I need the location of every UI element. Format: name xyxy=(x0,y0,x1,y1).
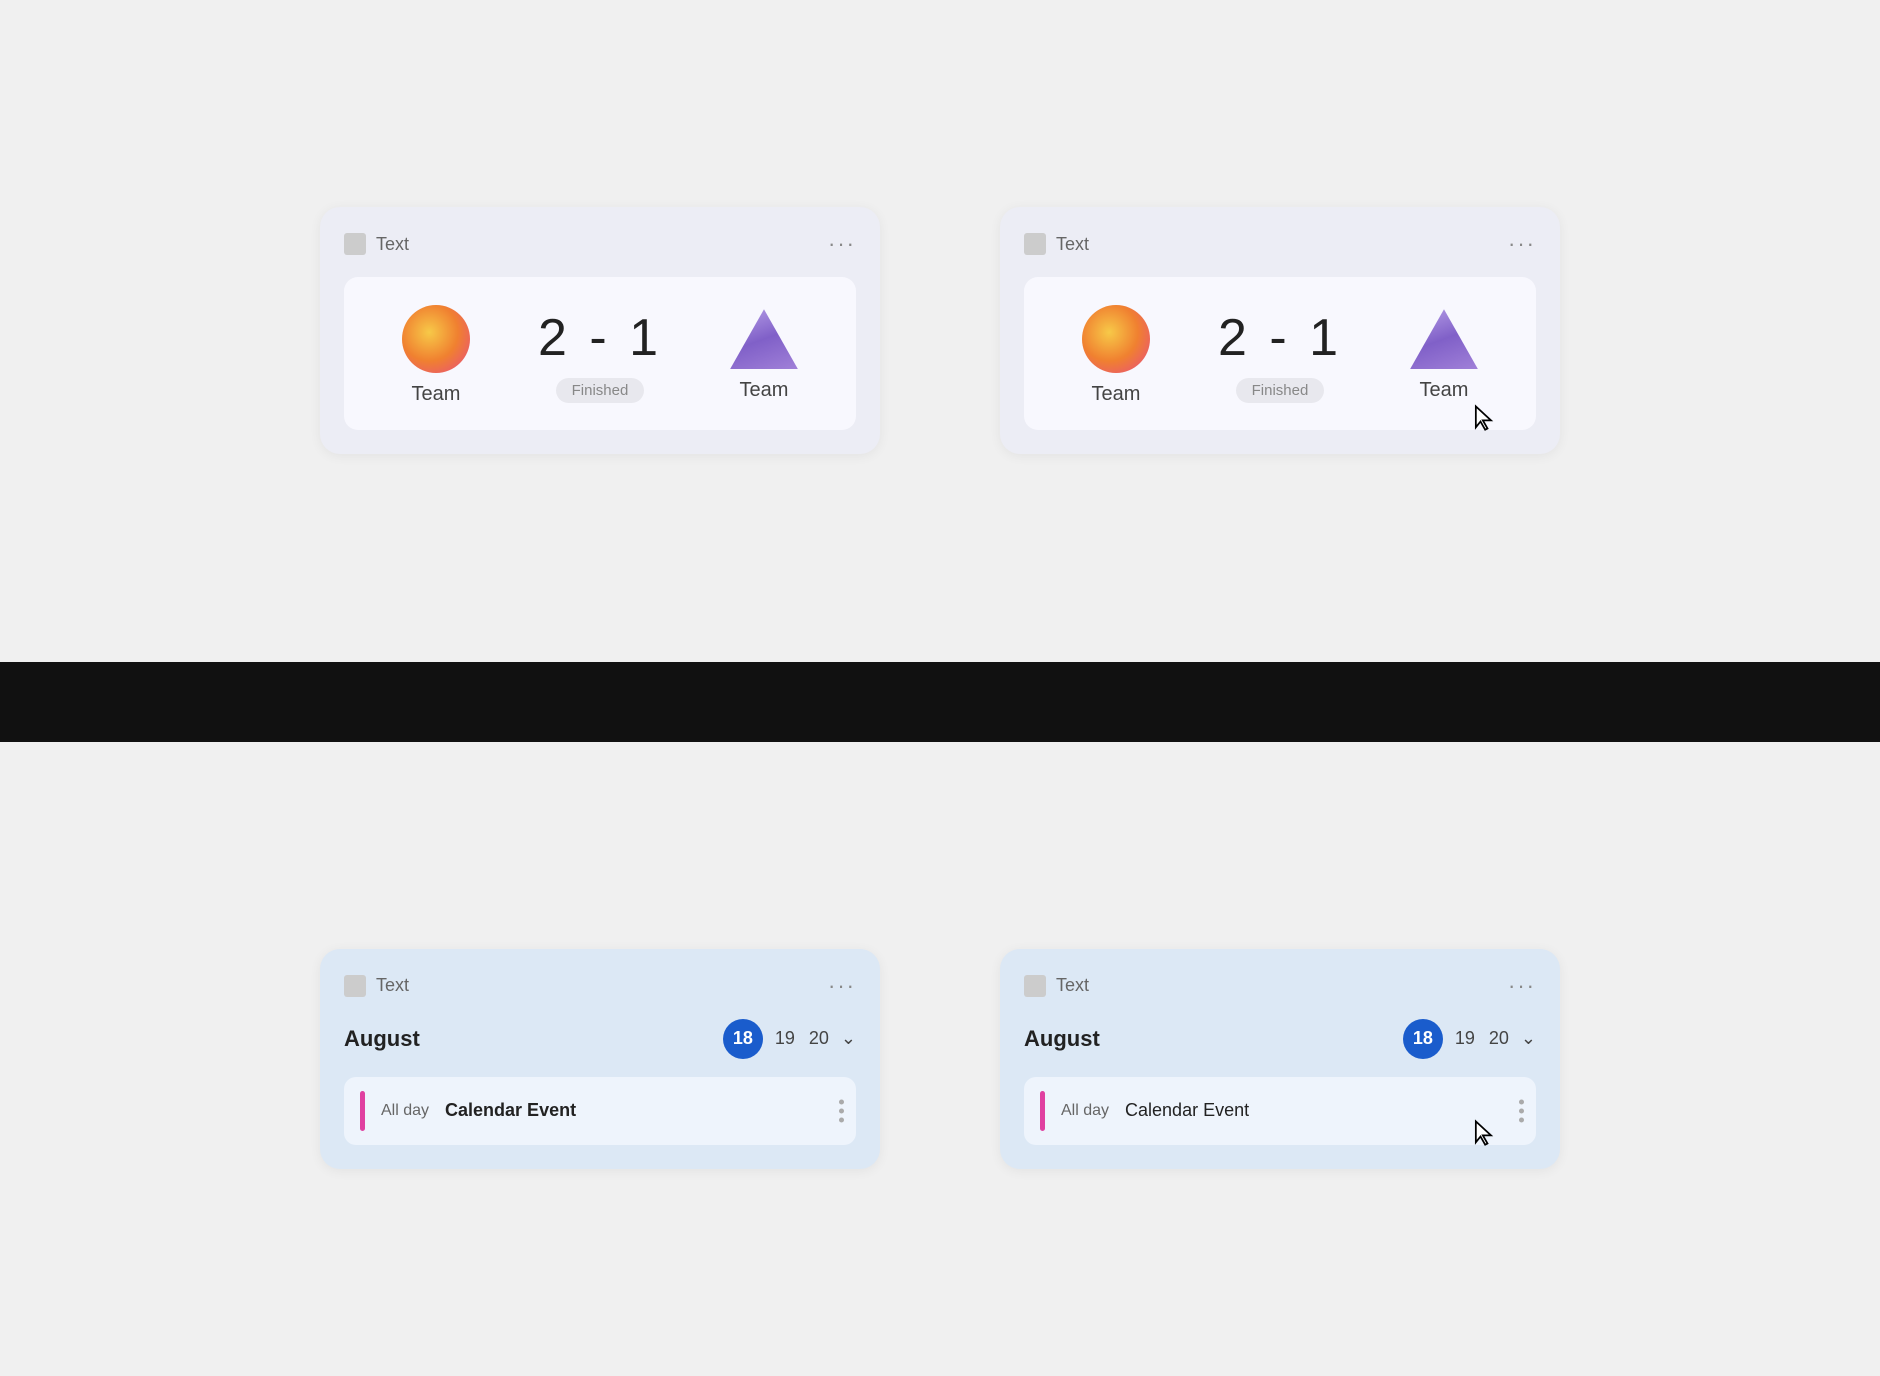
cal-date-header-2: August 18 19 20 ⌄ xyxy=(1024,1019,1536,1059)
chevron-down-icon-1[interactable]: ⌄ xyxy=(841,1028,856,1049)
event-bar-1 xyxy=(360,1091,365,1131)
three-dots-2[interactable]: ··· xyxy=(1508,231,1536,257)
team2-icon-triangle-2 xyxy=(1410,309,1478,369)
event-title-1: Calendar Event xyxy=(445,1100,576,1121)
cal-header-text-2: Text xyxy=(1056,975,1089,996)
cal-event-row-2[interactable]: All day Calendar Event xyxy=(1024,1077,1536,1145)
cal-month-1: August xyxy=(344,1026,420,1052)
team1-icon-circle-2 xyxy=(1082,305,1150,373)
card-header-2: Text ··· xyxy=(1024,231,1536,257)
all-day-label-1: All day xyxy=(381,1102,429,1120)
cal-date-active-1[interactable]: 18 xyxy=(723,1019,763,1059)
team2-icon-triangle-1 xyxy=(730,309,798,369)
cal-header-icon-2 xyxy=(1024,975,1046,997)
three-dots-1[interactable]: ··· xyxy=(828,231,856,257)
team1-block-2: Team xyxy=(1082,305,1150,406)
header-icon-2 xyxy=(1024,233,1046,255)
cal-date-2-2[interactable]: 19 xyxy=(1453,1024,1477,1053)
team1-icon-circle-1 xyxy=(402,305,470,373)
header-icon-1 xyxy=(344,233,366,255)
score-content-1: Team 2 - 1 Finished Team xyxy=(344,277,856,430)
cal-month-2: August xyxy=(1024,1026,1100,1052)
score-text-2: 2 - 1 xyxy=(1218,308,1342,368)
card-header-1: Text ··· xyxy=(344,231,856,257)
card-header-left-1: Text xyxy=(344,233,409,255)
black-divider xyxy=(0,662,1880,742)
cal-header-2: Text ··· xyxy=(1024,973,1536,999)
chevron-down-icon-2[interactable]: ⌄ xyxy=(1521,1028,1536,1049)
cal-dates-1: 18 19 20 ⌄ xyxy=(723,1019,856,1059)
cal-header-left-1: Text xyxy=(344,975,409,997)
header-text-2: Text xyxy=(1056,234,1089,255)
team1-label-1: Team xyxy=(412,383,461,406)
cal-event-row-1[interactable]: All day Calendar Event xyxy=(344,1077,856,1145)
cal-header-icon-1 xyxy=(344,975,366,997)
team2-block-1: Team xyxy=(730,309,798,402)
team1-block-1: Team xyxy=(402,305,470,406)
cal-date-3-1[interactable]: 20 xyxy=(807,1024,831,1053)
cal-header-1: Text ··· xyxy=(344,973,856,999)
score-center-1: 2 - 1 Finished xyxy=(538,308,662,403)
cal-date-header-1: August 18 19 20 ⌄ xyxy=(344,1019,856,1059)
calendar-card-2: Text ··· August 18 19 20 ⌄ All day Calen… xyxy=(1000,949,1560,1169)
all-day-label-2: All day xyxy=(1061,1102,1109,1120)
team2-label-2: Team xyxy=(1420,379,1469,402)
team2-label-1: Team xyxy=(740,379,789,402)
status-badge-1: Finished xyxy=(556,378,645,403)
event-title-2: Calendar Event xyxy=(1125,1100,1249,1121)
cal-dates-2: 18 19 20 ⌄ xyxy=(1403,1019,1536,1059)
cal-date-2-1[interactable]: 19 xyxy=(773,1024,797,1053)
cal-date-3-2[interactable]: 20 xyxy=(1487,1024,1511,1053)
status-badge-2: Finished xyxy=(1236,378,1325,403)
cal-three-dots-1[interactable]: ··· xyxy=(828,973,856,999)
score-card-2: Text ··· Team 2 - 1 Finished Team xyxy=(1000,207,1560,454)
team2-block-2: Team xyxy=(1410,309,1478,402)
score-content-2: Team 2 - 1 Finished Team xyxy=(1024,277,1536,430)
cal-header-text-1: Text xyxy=(376,975,409,996)
cal-three-dots-2[interactable]: ··· xyxy=(1508,973,1536,999)
card-header-left-2: Text xyxy=(1024,233,1089,255)
score-card-1: Text ··· Team 2 - 1 Finished Team xyxy=(320,207,880,454)
score-center-2: 2 - 1 Finished xyxy=(1218,308,1342,403)
event-bar-2 xyxy=(1040,1091,1045,1131)
event-more-dots-1[interactable] xyxy=(839,1099,844,1122)
calendar-card-1: Text ··· August 18 19 20 ⌄ All day Calen… xyxy=(320,949,880,1169)
event-more-dots-2[interactable] xyxy=(1519,1099,1524,1122)
cal-header-left-2: Text xyxy=(1024,975,1089,997)
team1-label-2: Team xyxy=(1092,383,1141,406)
header-text-1: Text xyxy=(376,234,409,255)
cal-date-active-2[interactable]: 18 xyxy=(1403,1019,1443,1059)
score-text-1: 2 - 1 xyxy=(538,308,662,368)
